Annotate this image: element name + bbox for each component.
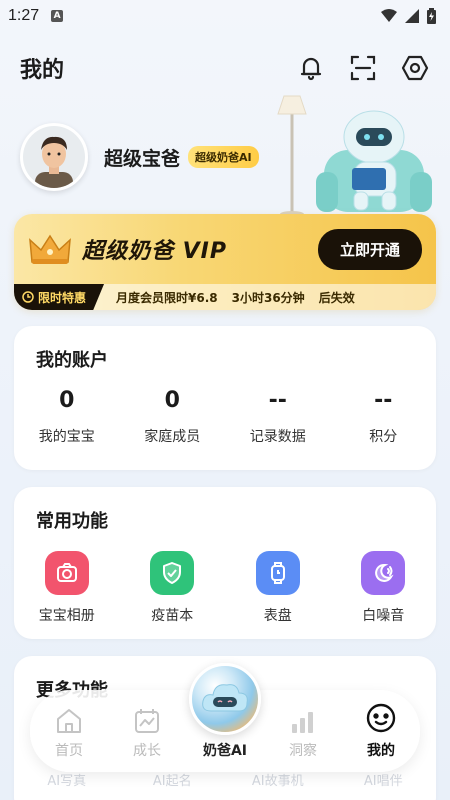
camera-icon	[44, 551, 89, 595]
function-label: 宝宝相册	[38, 608, 95, 624]
function-watch-face[interactable]: 表盘	[225, 551, 331, 625]
activate-vip-button[interactable]: 立即开通	[317, 228, 422, 270]
settings-icon[interactable]	[400, 53, 430, 83]
home-icon	[57, 709, 81, 733]
tab-label: 洞察	[289, 743, 317, 759]
function-label: 表盘	[263, 608, 292, 624]
watch-icon	[255, 551, 300, 595]
crown-icon	[29, 234, 71, 264]
cloud-mascot-icon	[202, 684, 248, 712]
promo-tag: 限时特惠	[14, 284, 105, 310]
battery-icon	[427, 8, 436, 24]
stat-value: 0	[164, 388, 180, 413]
tab-growth[interactable]: 成长	[108, 708, 186, 760]
stat-points[interactable]: -- 积分	[331, 388, 437, 446]
stat-label: 我的宝宝	[38, 429, 95, 445]
stat-value: 0	[59, 388, 75, 413]
stat-family-members[interactable]: 0 家庭成员	[120, 388, 226, 446]
avatar[interactable]	[20, 123, 88, 191]
bar-chart-icon	[292, 712, 313, 733]
shield-check-icon	[150, 551, 195, 595]
status-time: 1:27	[8, 7, 40, 24]
more-item-ai-portrait[interactable]: AI写真	[14, 770, 120, 789]
status-bar: 1:27 A	[0, 0, 450, 32]
promo-price: 月度会员限时¥6.8	[116, 290, 218, 305]
wifi-icon	[381, 9, 397, 22]
promo-expire-suffix: 后失效	[318, 290, 355, 305]
signal-icon	[405, 9, 419, 23]
stat-label: 家庭成员	[144, 429, 201, 445]
bell-icon[interactable]	[296, 53, 326, 83]
membership-badge: 超级奶爸AI	[188, 146, 259, 168]
function-vaccine-book[interactable]: 疫苗本	[120, 551, 226, 625]
function-label: 白噪音	[362, 608, 405, 624]
stat-label: 积分	[369, 429, 398, 445]
more-functions-list: AI写真 AI起名 AI故事机 AI唱伴	[14, 770, 436, 789]
stat-label: 记录数据	[249, 429, 306, 445]
stat-value: --	[374, 388, 393, 413]
stat-my-baby[interactable]: 0 我的宝宝	[14, 388, 120, 446]
vip-card[interactable]: 超级奶爸 VIP 立即开通 限时特惠 月度会员限时¥6.8 3小时36分钟 后失…	[14, 214, 436, 310]
smiley-icon	[366, 703, 396, 733]
tab-label: 首页	[55, 743, 83, 759]
more-item-ai-sing[interactable]: AI唱伴	[331, 770, 437, 789]
stat-records[interactable]: -- 记录数据	[225, 388, 331, 446]
header: 我的	[20, 48, 430, 88]
promo-tag-label: 限时特惠	[38, 290, 87, 305]
clock-icon	[22, 291, 34, 303]
moon-sound-icon	[361, 551, 406, 595]
common-functions-card: 常用功能 宝宝相册 疫苗本 表盘 白噪音	[14, 487, 436, 639]
functions-title: 常用功能	[36, 511, 108, 532]
function-white-noise[interactable]: 白噪音	[331, 551, 437, 625]
tab-label: 奶爸AI	[202, 743, 248, 759]
vip-title: 超级奶爸 VIP	[82, 239, 227, 264]
tab-mine[interactable]: 我的	[342, 702, 420, 760]
more-item-ai-naming[interactable]: AI起名	[120, 770, 226, 789]
notification-badge: A	[51, 10, 64, 22]
profile-row[interactable]: 超级宝爸 超级奶爸AI	[20, 122, 430, 192]
promo-countdown: 3小时36分钟	[231, 290, 305, 305]
page-title: 我的	[20, 58, 65, 83]
tab-home[interactable]: 首页	[30, 708, 108, 760]
account-title: 我的账户	[36, 350, 108, 371]
scan-icon[interactable]	[348, 53, 378, 83]
more-item-ai-story[interactable]: AI故事机	[225, 770, 331, 789]
tab-insights[interactable]: 洞察	[264, 708, 342, 760]
account-card: 我的账户 0 我的宝宝 0 家庭成员 -- 记录数据 -- 积分	[14, 326, 436, 470]
dad-ai-button[interactable]	[189, 663, 261, 735]
tab-label: 成长	[133, 743, 161, 759]
growth-chart-icon	[135, 709, 159, 733]
username: 超级宝爸	[104, 147, 181, 170]
function-label: 疫苗本	[151, 608, 194, 624]
function-baby-album[interactable]: 宝宝相册	[14, 551, 120, 625]
stat-value: --	[268, 388, 287, 413]
tab-label: 我的	[367, 743, 395, 759]
